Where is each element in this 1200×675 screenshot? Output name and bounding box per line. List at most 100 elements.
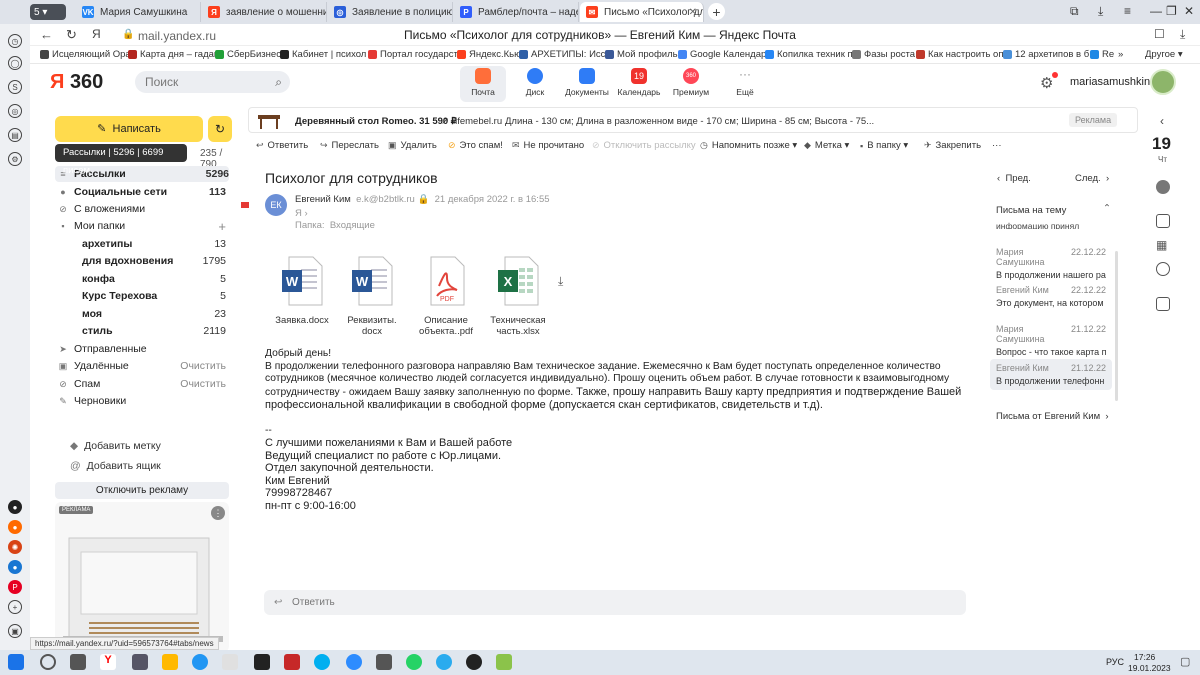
bookmark-item[interactable]: Исцеляющий Ора (40, 49, 131, 60)
settings-icon[interactable]: ⚙ (8, 152, 22, 166)
pinterest-icon[interactable]: P (8, 580, 22, 594)
sender-avatar[interactable]: ЕК (265, 194, 287, 216)
zoom-icon[interactable] (346, 654, 362, 670)
tab-counter[interactable]: 5 ▾ (30, 4, 66, 20)
folder-item[interactable]: архетипы 13 (82, 236, 226, 252)
app-icon[interactable]: ● (8, 560, 22, 574)
sidebar-ad-image[interactable]: РЕКЛАМА ⋮ (55, 502, 229, 652)
ad-menu-icon[interactable]: ⋮ (211, 506, 225, 520)
more-actions-button[interactable]: ··· (992, 140, 1002, 151)
downloads-icon[interactable]: ⤓ (1098, 4, 1103, 19)
folder-my-folders[interactable]: ▪ Мои папки + (58, 218, 226, 234)
menu-icon[interactable]: ≡ (1124, 4, 1131, 18)
search-taskbar-icon[interactable] (40, 654, 56, 670)
service-mail[interactable]: Почта (460, 66, 506, 102)
bookmark-item[interactable]: 12 архетипов в б (1003, 49, 1089, 60)
folder-drafts[interactable]: ✎ Черновики (58, 393, 226, 409)
collections-icon[interactable]: ◎ (8, 104, 22, 118)
explorer-icon[interactable] (162, 654, 178, 670)
forward-button[interactable]: ↪ Переслать (320, 140, 379, 151)
mark-unread-button[interactable]: ✉ Не прочитано (512, 140, 584, 151)
bookmark-item[interactable]: Портал государст (368, 49, 458, 60)
skype-icon[interactable] (314, 654, 330, 670)
app-icon[interactable]: ● (8, 500, 22, 514)
bookmark-item[interactable]: Re (1090, 49, 1114, 60)
attachment-docx[interactable]: W Заявка.docx (270, 256, 334, 326)
unsubscribe-button[interactable]: ⊘ Отключить рассылку (592, 140, 696, 151)
close-window-icon[interactable]: ✕ (1184, 4, 1194, 18)
bookmark-item[interactable]: Google Календар (678, 49, 766, 60)
app-icon[interactable] (496, 654, 512, 670)
app-icon[interactable] (376, 654, 392, 670)
close-tab-icon[interactable]: ✕ (689, 7, 697, 18)
yandex-360-logo[interactable]: Я 360 (50, 71, 103, 94)
thread-item[interactable]: Евгений Ким 22.12.22 Это документ, на кот… (996, 285, 1106, 308)
folder-social[interactable]: ● Социальные сети 113 (58, 184, 226, 200)
bookmark-item[interactable]: Как настроить оп (916, 49, 1004, 60)
telemost-icon[interactable] (1156, 180, 1170, 194)
service-documents[interactable]: Документы (564, 66, 610, 102)
bookmark-item[interactable]: Яндекс.Кью (457, 49, 521, 60)
spam-button[interactable]: ⊘ Это спам! (448, 140, 503, 151)
thread-item[interactable]: Мария Самушкина 21.12.22 Вопрос - что так… (996, 324, 1106, 357)
disable-ads-button[interactable]: Отключить рекламу (55, 482, 229, 499)
app-icon[interactable] (284, 654, 300, 670)
reply-button[interactable]: ↩ Ответить (256, 140, 308, 151)
bookmark-icon[interactable]: ☐ (1154, 27, 1165, 41)
compose-button[interactable]: ✎ Написать (55, 116, 203, 142)
apps-icon[interactable]: ▦ (1156, 238, 1167, 252)
bookmark-item[interactable]: АРХЕТИПЫ: Иссл (519, 49, 611, 60)
app-icon[interactable]: ● (8, 520, 22, 534)
maximize-icon[interactable]: ❐ (1166, 4, 1177, 18)
bookmarks-other[interactable]: Другое ▾ (1145, 49, 1183, 60)
app-icon[interactable] (254, 654, 270, 670)
feedback-icon[interactable] (1156, 297, 1170, 311)
prev-letter-link[interactable]: ‹ Пред. (997, 173, 1031, 184)
thread-item[interactable]: Мария Самушкина 22.12.22 В продолжении на… (996, 247, 1106, 280)
browser-tab-2[interactable]: Я заявление о мошенничес (202, 2, 327, 22)
bookmarks-overflow[interactable]: » (1118, 49, 1123, 60)
folder-item[interactable]: Курс Терехова 5 (82, 288, 226, 304)
yandex-browser-icon[interactable]: Y (100, 654, 116, 670)
add-mailbox-link[interactable]: @ Добавить ящик (70, 460, 161, 472)
bookmark-item[interactable]: Кабинет | психол (280, 49, 366, 60)
service-calendar[interactable]: 19 Календарь (616, 66, 662, 102)
download-all-icon[interactable]: ⤓ (558, 274, 563, 289)
folder-attachments[interactable]: ⊘ С вложениями (58, 201, 226, 217)
alice-icon[interactable]: ◯ (8, 56, 22, 70)
important-flag-icon[interactable] (241, 202, 249, 208)
panel-toggle-icon[interactable]: ▣ (8, 624, 22, 638)
folder-item[interactable]: стиль 2119 (82, 323, 226, 339)
download-icon[interactable]: ⤓ (1180, 27, 1185, 42)
move-to-folder-button[interactable]: ▪ В папку ▾ (860, 140, 908, 151)
username[interactable]: mariasamushkina (1070, 76, 1156, 88)
telegram-icon[interactable] (436, 654, 452, 670)
history-icon[interactable]: ◷ (8, 34, 22, 48)
clear-trash-button[interactable]: Очистить (180, 360, 226, 372)
recipient-line[interactable]: Я › (295, 208, 308, 219)
thread-title[interactable]: Письма на тему (996, 205, 1066, 216)
notes-icon[interactable] (1156, 214, 1170, 228)
next-letter-link[interactable]: След. › (1075, 173, 1109, 184)
folder-spam[interactable]: ⊘ Спам Очистить (58, 376, 226, 392)
top-ad-banner[interactable]: Деревянный стол Romeo. 31 590 ₽ ↗ lifeme… (248, 107, 1138, 133)
thread-scrollbar[interactable] (1115, 251, 1118, 401)
delete-button[interactable]: ▣ Удалить (388, 140, 437, 151)
clear-spam-button[interactable]: Очистить (180, 378, 226, 390)
remind-later-button[interactable]: ◷ Напомнить позже ▾ (700, 140, 797, 151)
collapse-icon[interactable]: ‹ (1160, 114, 1164, 128)
search-input[interactable]: Поиск ⌕ (135, 71, 290, 93)
bookmark-item[interactable]: Копилка техник п (765, 49, 853, 60)
camera-icon[interactable] (132, 654, 148, 670)
zen-icon[interactable]: S (8, 80, 22, 94)
attachment-xlsx[interactable]: X Техническая часть.xlsx (486, 256, 550, 337)
app-icon[interactable] (222, 654, 238, 670)
app-icon[interactable] (466, 654, 482, 670)
service-disk[interactable]: Диск (512, 66, 558, 102)
folder-trash[interactable]: ▣ Удалённые Очистить (58, 358, 226, 374)
notes-icon[interactable]: ▤ (8, 128, 22, 142)
add-folder-icon[interactable]: + (218, 219, 226, 234)
folder-sent[interactable]: ➤ Отправленные (58, 341, 226, 357)
chevron-up-icon[interactable]: ⌃ (1103, 203, 1111, 214)
start-icon[interactable] (8, 654, 24, 670)
